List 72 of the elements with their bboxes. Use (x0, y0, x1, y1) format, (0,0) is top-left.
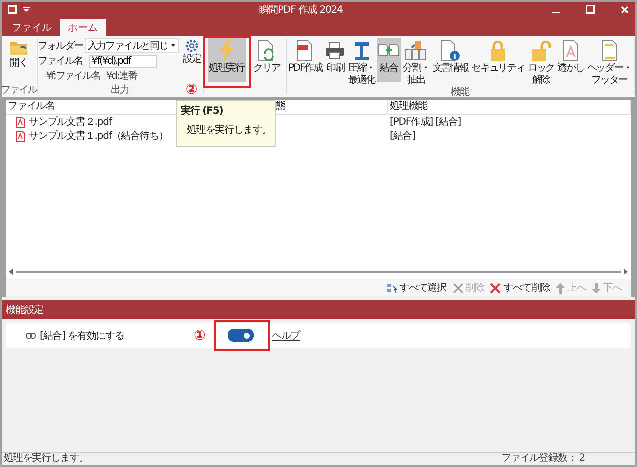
ribbon-tab[interactable]: ホーム (60, 19, 106, 36)
window-title: 瞬間PDF 作成 2024 (258, 4, 344, 16)
ribbon-tab[interactable]: ファイル (4, 19, 60, 36)
lock-icon (489, 40, 508, 62)
callout-number: ① (194, 328, 206, 344)
highlight-frame (214, 320, 270, 351)
filename-field[interactable]: ¥f(¥d).pdf (88, 54, 157, 68)
ribbon-button[interactable]: クリア (252, 38, 282, 82)
ribbon-button[interactable]: ロック 解除 (526, 38, 556, 87)
help-link[interactable]: ヘルプ (272, 328, 300, 342)
file-name-cell-text: サンプル文書１.pdf（結合待ち） (29, 130, 168, 143)
ribbon-button[interactable]: セキュリティ (470, 38, 526, 82)
app-icon[interactable] (8, 5, 17, 14)
ribbon-button[interactable]: 圧縮・ 最適化 (347, 38, 376, 87)
pdf-document-icon (296, 40, 314, 62)
unlocked-padlock-icon (531, 40, 552, 62)
status-message: 処理を実行します。 (4, 453, 89, 465)
folder-dropdown[interactable]: 入力ファイルと同じ (84, 38, 179, 53)
select-all-icon (386, 282, 398, 294)
watermark-document-icon (562, 40, 580, 62)
setting-label: [結合] を有効にする (40, 330, 126, 342)
header-footer-document-icon (600, 40, 619, 62)
callout-number: ② (186, 82, 198, 98)
hint-text: ¥f:ファイル名 (46, 70, 100, 83)
cross-icon (452, 282, 464, 294)
dropdown-arrow-icon (170, 44, 176, 47)
function-cell-text: [PDF作成] [結合] (389, 116, 462, 129)
up-arrow-icon (556, 282, 566, 294)
open-button[interactable]: 開く (8, 38, 30, 70)
file-count: ファイル登録数： 2 (501, 453, 585, 465)
folder-icon (9, 39, 29, 57)
printer-icon (325, 40, 346, 62)
settings-button[interactable]: 設定 (182, 38, 202, 66)
ribbon-button[interactable]: 文書情報 (432, 38, 470, 82)
tooltip-text: 処理を実行します。 (187, 124, 272, 137)
lightning-icon (218, 40, 236, 62)
maximize-icon[interactable] (586, 5, 595, 14)
folder-label: フォルダー (38, 40, 83, 52)
toggle-switch[interactable] (228, 329, 254, 342)
ribbon-button[interactable]: 透かし (556, 38, 586, 82)
ribbon-button[interactable]: 処理実行 (208, 38, 246, 82)
down-arrow-icon (592, 282, 602, 294)
ribbon-button[interactable]: 分割・ 抽出 (402, 38, 431, 87)
settings-icon (184, 39, 199, 53)
refresh-document-icon (258, 40, 276, 62)
pdf-file-icon (16, 116, 25, 128)
group-label: ファイル (2, 85, 37, 97)
filename-label: ファイル名 (38, 55, 83, 68)
list-action-button[interactable]: すべて選択 (384, 281, 448, 295)
scroll-left-icon[interactable] (8, 268, 14, 274)
ribbon-button[interactable]: 結合 (377, 38, 402, 82)
function-cell-text: [結合] (389, 130, 416, 143)
list-action-button[interactable]: すべて削除 (489, 281, 552, 295)
ribbon-button[interactable]: ヘッダー・ フッター (586, 38, 633, 87)
file-name-cell-text: サンプル文書２.pdf (29, 116, 112, 129)
document-info-icon (440, 40, 461, 62)
close-icon[interactable] (621, 6, 629, 14)
split-documents-icon (405, 40, 428, 62)
column-header[interactable]: 処理機能 (388, 100, 631, 114)
caret-icon[interactable] (23, 7, 30, 12)
scroll-right-icon[interactable] (623, 268, 629, 274)
hint-text: ¥d:連番 (106, 70, 137, 83)
highlight-frame (202, 36, 251, 88)
clamp-icon (352, 40, 371, 62)
group-label: 出力 (110, 85, 129, 97)
section-title: 機能設定 (6, 304, 44, 316)
group-label: 機能 (451, 87, 470, 99)
ribbon-button[interactable]: 印刷 (324, 38, 346, 82)
cross-icon (490, 282, 502, 294)
pdf-file-icon (16, 130, 25, 142)
ribbon-button[interactable]: PDF作成 (287, 38, 324, 82)
link-icon (26, 332, 36, 338)
